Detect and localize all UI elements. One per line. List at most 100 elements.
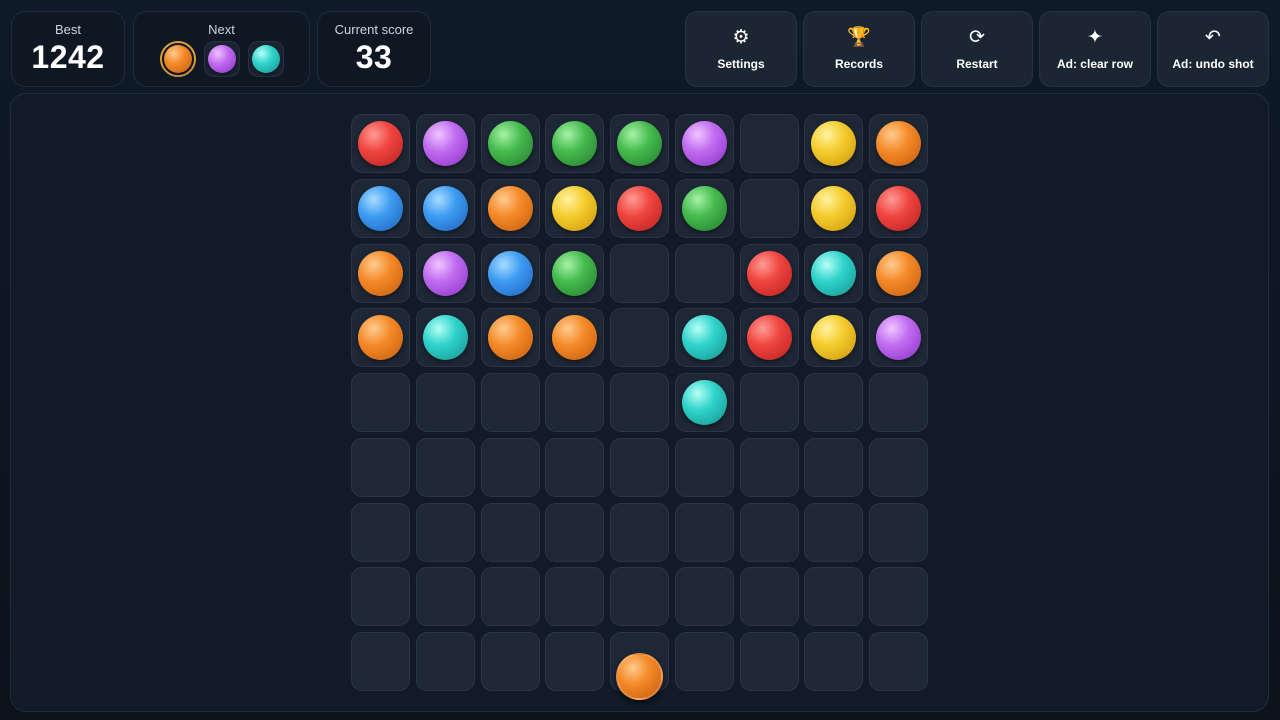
restart-icon: ⟳ bbox=[969, 27, 985, 48]
board-cell[interactable] bbox=[480, 114, 540, 173]
board-cell[interactable] bbox=[480, 567, 540, 627]
board-cell[interactable] bbox=[480, 502, 540, 562]
records-button[interactable]: 🏆 Records bbox=[803, 11, 915, 87]
board-cell[interactable] bbox=[545, 114, 605, 173]
board-cell[interactable] bbox=[674, 632, 734, 691]
records-button-label: Records bbox=[834, 57, 884, 71]
ad-undo-shot-button[interactable]: ↶ Ad: undo shot bbox=[1157, 11, 1269, 87]
board-cell[interactable] bbox=[739, 114, 799, 173]
board-cell[interactable] bbox=[804, 308, 864, 368]
board-cell[interactable] bbox=[480, 308, 540, 368]
board-cell[interactable] bbox=[674, 308, 734, 368]
board-cell[interactable] bbox=[869, 308, 928, 368]
next-ball-slot bbox=[247, 40, 284, 77]
board-cell[interactable] bbox=[674, 178, 734, 238]
board-cell[interactable] bbox=[610, 437, 669, 497]
ball-purple bbox=[422, 121, 468, 166]
board-cell[interactable] bbox=[480, 178, 540, 238]
restart-button[interactable]: ⟳ Restart bbox=[921, 11, 1033, 87]
board-cell[interactable] bbox=[415, 243, 475, 303]
board-cell[interactable] bbox=[610, 114, 669, 173]
best-score-label: Best bbox=[54, 22, 81, 37]
board-cell[interactable] bbox=[351, 114, 410, 173]
board-cell[interactable] bbox=[610, 567, 669, 627]
ball-yellow bbox=[811, 121, 857, 166]
board-cell[interactable] bbox=[545, 178, 605, 238]
board-cell[interactable] bbox=[739, 437, 799, 497]
best-score-panel: Best 1242 bbox=[11, 11, 125, 87]
board-cell[interactable] bbox=[415, 502, 475, 562]
board-cell[interactable] bbox=[804, 373, 864, 432]
board-cell[interactable] bbox=[869, 437, 928, 497]
board-cell[interactable] bbox=[610, 308, 669, 368]
board-cell[interactable] bbox=[804, 567, 864, 627]
shooter-ball[interactable] bbox=[616, 653, 663, 700]
board-cell[interactable] bbox=[674, 373, 734, 432]
board-cell[interactable] bbox=[545, 373, 605, 432]
board-cell[interactable] bbox=[739, 243, 799, 303]
board-cell[interactable] bbox=[869, 114, 928, 173]
board-cell[interactable] bbox=[804, 114, 864, 173]
board-cell[interactable] bbox=[869, 632, 928, 691]
board-cell[interactable] bbox=[545, 502, 605, 562]
settings-button[interactable]: ⚙ Settings bbox=[685, 11, 797, 87]
board-cell[interactable] bbox=[674, 437, 734, 497]
board-cell[interactable] bbox=[674, 114, 734, 173]
board-cell[interactable] bbox=[351, 502, 410, 562]
board-cell[interactable] bbox=[480, 632, 540, 691]
board-cell[interactable] bbox=[739, 502, 799, 562]
board-cell[interactable] bbox=[480, 437, 540, 497]
board-cell[interactable] bbox=[351, 567, 410, 627]
ad-clear-row-button[interactable]: ✦ Ad: clear row bbox=[1039, 11, 1151, 87]
board-cell[interactable] bbox=[804, 178, 864, 238]
ad-clear-row-button-label: Ad: clear row bbox=[1056, 57, 1134, 71]
board-cell[interactable] bbox=[545, 437, 605, 497]
ball-orange bbox=[552, 315, 598, 361]
board-cell[interactable] bbox=[545, 567, 605, 627]
board-cell[interactable] bbox=[739, 178, 799, 238]
board-cell[interactable] bbox=[545, 308, 605, 368]
board-cell[interactable] bbox=[739, 308, 799, 368]
board-cell[interactable] bbox=[415, 437, 475, 497]
board-cell[interactable] bbox=[869, 373, 928, 432]
current-score-value: 33 bbox=[355, 39, 393, 75]
board-cell[interactable] bbox=[610, 178, 669, 238]
board-cell[interactable] bbox=[545, 243, 605, 303]
board-cell[interactable] bbox=[351, 308, 410, 368]
board-cell[interactable] bbox=[415, 178, 475, 238]
board-cell[interactable] bbox=[480, 373, 540, 432]
board-cell[interactable] bbox=[674, 243, 734, 303]
board-cell[interactable] bbox=[869, 178, 928, 238]
board-cell[interactable] bbox=[804, 243, 864, 303]
board-cell[interactable] bbox=[351, 373, 410, 432]
board-cell[interactable] bbox=[869, 567, 928, 627]
board-cell[interactable] bbox=[610, 502, 669, 562]
board-cell[interactable] bbox=[545, 632, 605, 691]
board-cell[interactable] bbox=[415, 632, 475, 691]
board-cell[interactable] bbox=[739, 632, 799, 691]
ball-cyan bbox=[422, 315, 468, 361]
board-cell[interactable] bbox=[351, 632, 410, 691]
restart-button-label: Restart bbox=[956, 57, 998, 71]
board-cell[interactable] bbox=[351, 437, 410, 497]
board-cell[interactable] bbox=[415, 567, 475, 627]
board-cell[interactable] bbox=[415, 114, 475, 173]
board-cell[interactable] bbox=[351, 243, 410, 303]
board-cell[interactable] bbox=[480, 243, 540, 303]
board-cell[interactable] bbox=[804, 437, 864, 497]
board-cell[interactable] bbox=[674, 567, 734, 627]
board-cell[interactable] bbox=[739, 373, 799, 432]
board-cell[interactable] bbox=[869, 502, 928, 562]
board-cell[interactable] bbox=[804, 632, 864, 691]
board-cell[interactable] bbox=[415, 373, 475, 432]
board-cell[interactable] bbox=[415, 308, 475, 368]
ball-orange bbox=[358, 315, 403, 361]
board-cell[interactable] bbox=[869, 243, 928, 303]
board-cell[interactable] bbox=[674, 502, 734, 562]
board-cell[interactable] bbox=[351, 178, 410, 238]
board-cell[interactable] bbox=[804, 502, 864, 562]
board-cell[interactable] bbox=[739, 567, 799, 627]
board-cell[interactable] bbox=[610, 243, 669, 303]
board-cell[interactable] bbox=[610, 373, 669, 432]
ball-cyan bbox=[681, 380, 727, 425]
